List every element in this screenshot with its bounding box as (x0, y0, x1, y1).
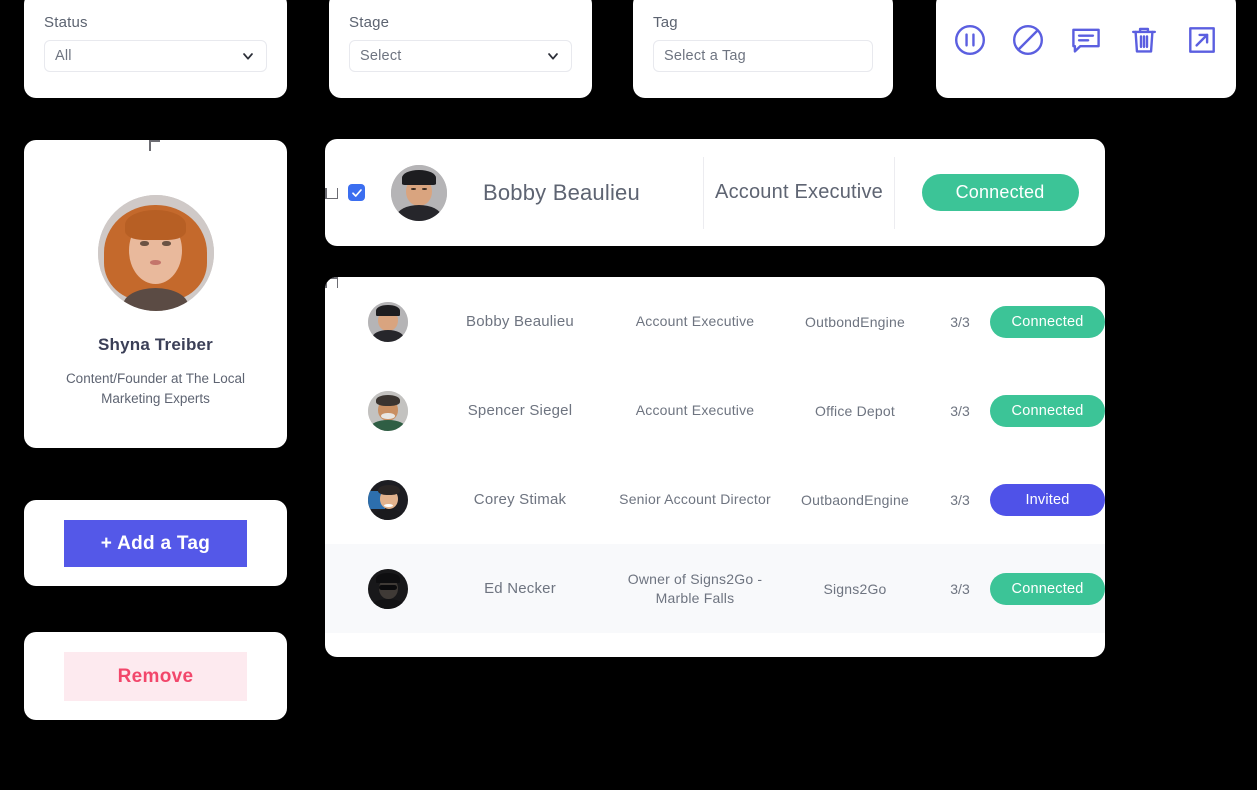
block-icon[interactable] (1010, 22, 1046, 58)
status-badge-connected[interactable]: Connected (921, 174, 1079, 211)
resize-handle-top-right[interactable] (325, 277, 338, 290)
app-canvas: Status All Stage Select Tag Select a Tag (0, 0, 1257, 790)
resize-handle-top-left[interactable] (149, 140, 162, 153)
row-count: 3/3 (950, 313, 970, 330)
row-company: Office Depot (815, 402, 895, 419)
row-name: Bobby Beaulieu (466, 313, 574, 330)
avatar-art (368, 568, 408, 609)
profile-name: Shyna Treiber (97, 335, 214, 354)
bulk-actions-card (936, 0, 1236, 98)
avatar-art (368, 390, 408, 431)
bulk-actions-row (936, 22, 1236, 58)
profile-avatar (97, 195, 214, 311)
remove-card: Remove (24, 632, 287, 720)
status-badge-invited[interactable]: Invited (990, 483, 1105, 516)
chevron-down-icon (240, 48, 256, 64)
status-filter-label: Status (44, 14, 88, 31)
row-title: Account Executive (635, 402, 755, 419)
status-badge-connected[interactable]: Connected (990, 394, 1105, 427)
row-name: Spencer Siegel (467, 402, 573, 419)
row-title: Account Executive (635, 313, 755, 330)
remove-button[interactable]: Remove (64, 652, 247, 701)
row-status-wrap: Connected (990, 572, 1105, 605)
tag-select-value: Select a Tag (664, 48, 746, 64)
avatar-art (368, 301, 408, 342)
selected-contact-status-wrap: Connected (895, 174, 1105, 211)
stage-filter-label: Stage (349, 14, 390, 31)
trash-icon[interactable] (1126, 22, 1162, 58)
table-row[interactable]: Spencer Siegel Account Executive Office … (325, 366, 1105, 455)
row-status-wrap: Invited (990, 483, 1105, 516)
row-avatar (368, 479, 408, 520)
message-icon[interactable] (1068, 22, 1104, 58)
chevron-down-icon (545, 48, 561, 64)
status-badge-connected[interactable]: Connected (990, 572, 1105, 605)
row-count: 3/3 (950, 491, 970, 508)
selected-contact-card: Bobby Beaulieu Account Executive Connect… (325, 139, 1105, 246)
row-status-wrap: Connected (990, 394, 1105, 427)
stage-select[interactable]: Select (349, 40, 572, 72)
row-company: OutbaondEngine (801, 491, 909, 508)
selected-contact-title: Account Executive (715, 181, 883, 203)
profile-card: Shyna Treiber Content/Founder at The Loc… (24, 140, 287, 448)
table-row[interactable]: Bobby Beaulieu Account Executive Outbond… (325, 277, 1105, 366)
tag-filter-label: Tag (653, 14, 678, 31)
external-link-icon[interactable] (1184, 22, 1220, 58)
row-title: Owner of Signs2Go - Marble Falls (627, 570, 763, 606)
avatar-art (391, 164, 447, 221)
resize-handle-bottom-right[interactable] (325, 186, 338, 199)
status-select[interactable]: All (44, 40, 267, 72)
profile-headline: Content/Founder at The Local Marketing E… (65, 371, 246, 406)
row-company: Signs2Go (823, 580, 887, 597)
table-row[interactable]: Ed Necker Owner of Signs2Go - Marble Fal… (325, 544, 1105, 633)
select-contact-checkbox[interactable] (348, 184, 365, 201)
row-count: 3/3 (950, 402, 970, 419)
row-status-wrap: Connected (990, 305, 1105, 338)
status-badge-connected[interactable]: Connected (990, 305, 1105, 338)
status-select-value: All (55, 48, 72, 64)
stage-select-value: Select (360, 48, 402, 64)
add-tag-button[interactable]: + Add a Tag (64, 520, 247, 567)
table-row[interactable]: Corey Stimak Senior Account Director Out… (325, 455, 1105, 544)
selected-contact-name: Bobby Beaulieu (483, 179, 640, 205)
contacts-table-card: Bobby Beaulieu Account Executive Outbond… (325, 277, 1105, 657)
row-count: 3/3 (950, 580, 970, 597)
selected-contact-avatar (391, 164, 447, 221)
add-tag-card: + Add a Tag (24, 500, 287, 586)
row-avatar (368, 390, 408, 431)
avatar-art (97, 195, 214, 311)
row-avatar (368, 301, 408, 342)
tag-filter-card: Tag Select a Tag (633, 0, 893, 98)
status-filter-card: Status All (24, 0, 287, 98)
tag-select[interactable]: Select a Tag (653, 40, 873, 72)
row-title: Senior Account Director (619, 491, 771, 508)
pause-circle-icon[interactable] (952, 22, 988, 58)
row-company: OutbondEngine (805, 313, 905, 330)
stage-filter-card: Stage Select (329, 0, 592, 98)
row-avatar (368, 568, 408, 609)
avatar-art (368, 479, 408, 520)
row-name: Ed Necker (484, 580, 556, 597)
row-name: Corey Stimak (473, 491, 567, 508)
